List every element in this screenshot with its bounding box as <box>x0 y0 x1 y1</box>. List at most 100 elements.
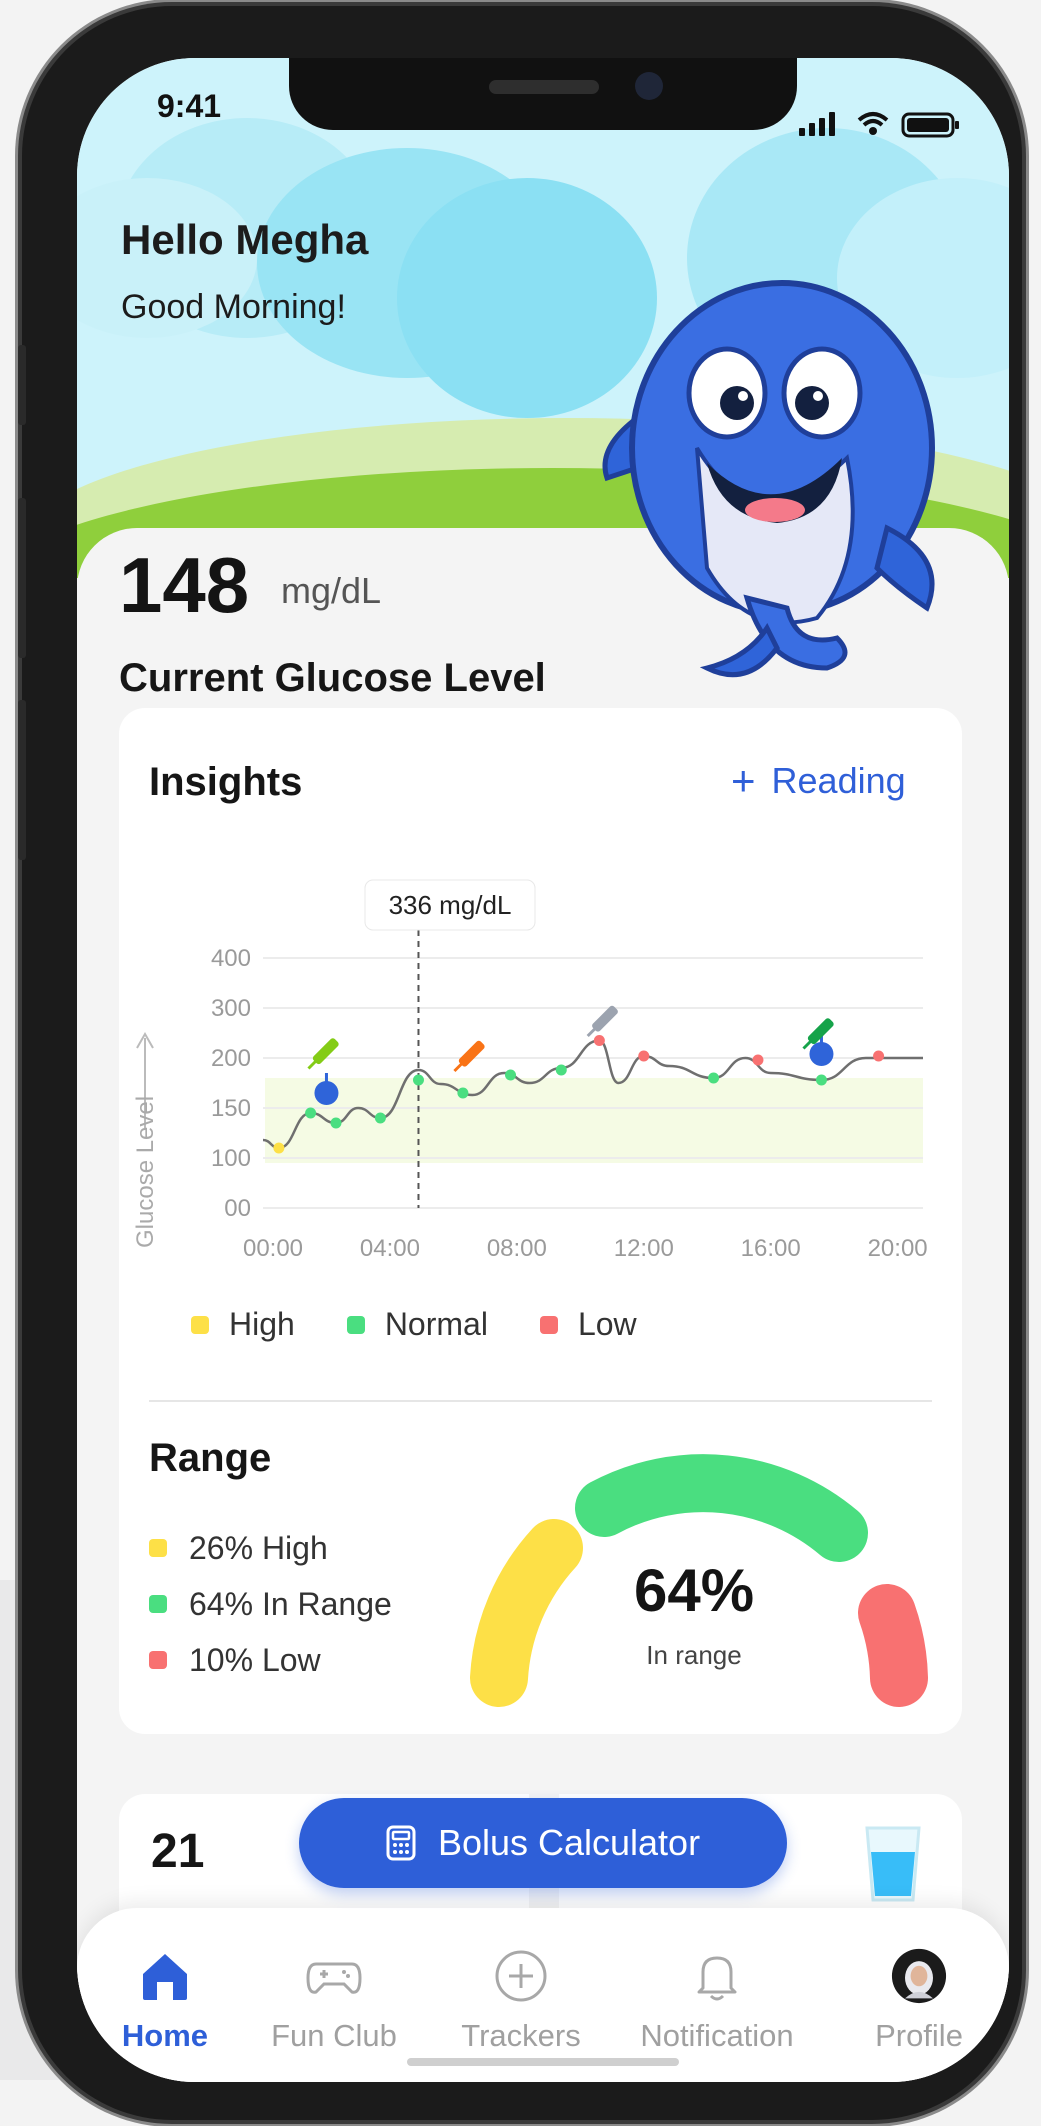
data-point-high <box>273 1142 285 1154</box>
range-item-label: 64% In Range <box>189 1585 392 1622</box>
data-point-normal <box>708 1072 720 1084</box>
y-tick-label: 200 <box>211 1045 251 1072</box>
plus-icon: + <box>731 757 756 804</box>
y-tick-label: 00 <box>224 1195 251 1222</box>
y-tick-label: 400 <box>211 945 251 972</box>
gauge-label: In range <box>646 1640 742 1670</box>
silent-switch <box>18 345 26 425</box>
legend-high: High <box>191 1306 295 1343</box>
x-tick-label: 00:00 <box>243 1235 303 1262</box>
legend-swatch <box>539 1315 558 1334</box>
gamepad-icon <box>306 1962 362 1994</box>
add-reading-button[interactable]: + Reading <box>731 760 906 802</box>
legend-swatch <box>191 1315 209 1334</box>
tab-label: Notification <box>640 2018 794 2053</box>
range-list: 26% High 64% In Range 10% Low <box>149 1520 392 1688</box>
legend-normal: Normal <box>346 1306 488 1343</box>
bottom-tab-bar: Home Fun Club Trackers Notification Prof… <box>77 1908 1009 2082</box>
tab-home[interactable]: Home <box>77 1948 255 2054</box>
tab-profile[interactable]: Profile <box>829 1948 1009 2054</box>
x-tick-label: 12:00 <box>614 1235 674 1262</box>
legend-low: Low <box>539 1306 637 1343</box>
status-time: 9:41 <box>157 88 222 124</box>
tab-label: Home <box>121 2018 209 2053</box>
y-tick-label: 100 <box>211 1145 251 1172</box>
gauge-value: 64% <box>633 1557 755 1624</box>
bell-icon <box>697 1956 737 2001</box>
bolus-calculator-button[interactable]: Bolus Calculator <box>299 1798 787 1888</box>
data-point-low <box>638 1050 650 1062</box>
tab-trackers[interactable]: Trackers <box>431 1948 611 2054</box>
calculator-icon <box>386 1825 416 1861</box>
chart-tooltip: 336 mg/dL <box>364 879 536 931</box>
home-icon <box>143 1954 187 2000</box>
data-point-normal <box>505 1069 516 1081</box>
data-point-normal <box>330 1117 342 1129</box>
tooltip-text: 336 mg/dL <box>389 890 512 920</box>
legend-label: Normal <box>384 1306 488 1342</box>
avatar-icon <box>891 1948 947 2004</box>
pen-lime-icon <box>307 1038 339 1070</box>
divider <box>149 1400 932 1402</box>
chart-legend: High Normal Low <box>191 1306 637 1343</box>
data-point-normal <box>374 1112 386 1124</box>
status-icons <box>799 112 959 138</box>
data-point-normal <box>412 1074 424 1086</box>
bolus-calculator-label: Bolus Calculator <box>437 1822 701 1863</box>
add-reading-label: Reading <box>771 760 906 801</box>
pen-orange-icon <box>453 1040 485 1073</box>
gauge-high-arc <box>470 1519 583 1707</box>
gauge-in-range-arc <box>575 1454 868 1562</box>
data-point-low <box>593 1035 605 1046</box>
tab-label: Profile <box>875 2018 963 2053</box>
tab-fun-club[interactable]: Fun Club <box>244 1948 424 2054</box>
glucose-unit: mg/dL <box>281 570 382 611</box>
x-tick-label: 04:00 <box>360 1235 420 1262</box>
app-screen: 9:41 Hello Megha Good Morning! 148 mg/dL… <box>77 58 1009 2082</box>
y-tick-label: 150 <box>211 1095 251 1122</box>
gauge-low-arc <box>858 1584 928 1707</box>
greeting-title: Hello Megha <box>121 216 369 263</box>
range-item-label: 26% High <box>189 1529 328 1566</box>
legend-label: High <box>229 1306 295 1342</box>
insights-title: Insights <box>149 760 303 804</box>
y-tick-label: 300 <box>211 995 251 1022</box>
home-indicator <box>407 2058 679 2066</box>
legend-label: Low <box>577 1306 637 1342</box>
y-axis-title: Glucose Level <box>133 1031 159 1248</box>
glucose-chart: 400 300 200 150 100 00 00:00 04:00 08:00 12:00 16… <box>133 879 928 1262</box>
insights-card: Insights + Reading 400 300 200 150 100 00 00:… <box>119 708 962 1734</box>
x-tick-label: 16:00 <box>741 1235 801 1262</box>
tab-label: Trackers <box>461 2018 581 2053</box>
x-tick-label: 08:00 <box>487 1235 547 1262</box>
tab-notification[interactable]: Notification <box>607 1948 827 2054</box>
pen-gray-icon <box>586 1005 618 1038</box>
data-point-low <box>873 1050 885 1062</box>
data-point-normal <box>815 1074 827 1086</box>
greeting-subtitle: Good Morning! <box>121 288 346 326</box>
data-point-low <box>752 1054 764 1066</box>
range-item-low: 10% Low <box>149 1632 392 1688</box>
glucose-value: 148 <box>119 541 250 629</box>
data-point-normal <box>555 1064 567 1076</box>
data-point-normal <box>457 1087 469 1099</box>
summary-number: 21 <box>151 1825 205 1878</box>
range-title: Range <box>149 1436 272 1480</box>
legend-swatch <box>346 1315 365 1334</box>
glucose-label: Current Glucose Level <box>119 656 546 700</box>
y-axis-label: Glucose Level <box>133 1096 159 1248</box>
target-range-band <box>265 1078 923 1163</box>
data-point-normal <box>305 1107 317 1119</box>
volume-up-button <box>18 498 26 658</box>
shark-mascot-icon <box>602 280 935 678</box>
tab-label: Fun Club <box>271 2018 397 2053</box>
volume-down-button <box>18 700 26 860</box>
water-glass-icon <box>865 1826 921 1902</box>
range-item-label: 10% Low <box>189 1641 321 1678</box>
apple-icon <box>314 1073 339 1105</box>
range-item-high: 26% High <box>149 1520 392 1576</box>
plus-circle-icon <box>495 1950 547 2002</box>
x-tick-label: 20:00 <box>868 1235 928 1262</box>
range-item-in-range: 64% In Range <box>149 1576 392 1632</box>
device-notch <box>289 58 797 130</box>
